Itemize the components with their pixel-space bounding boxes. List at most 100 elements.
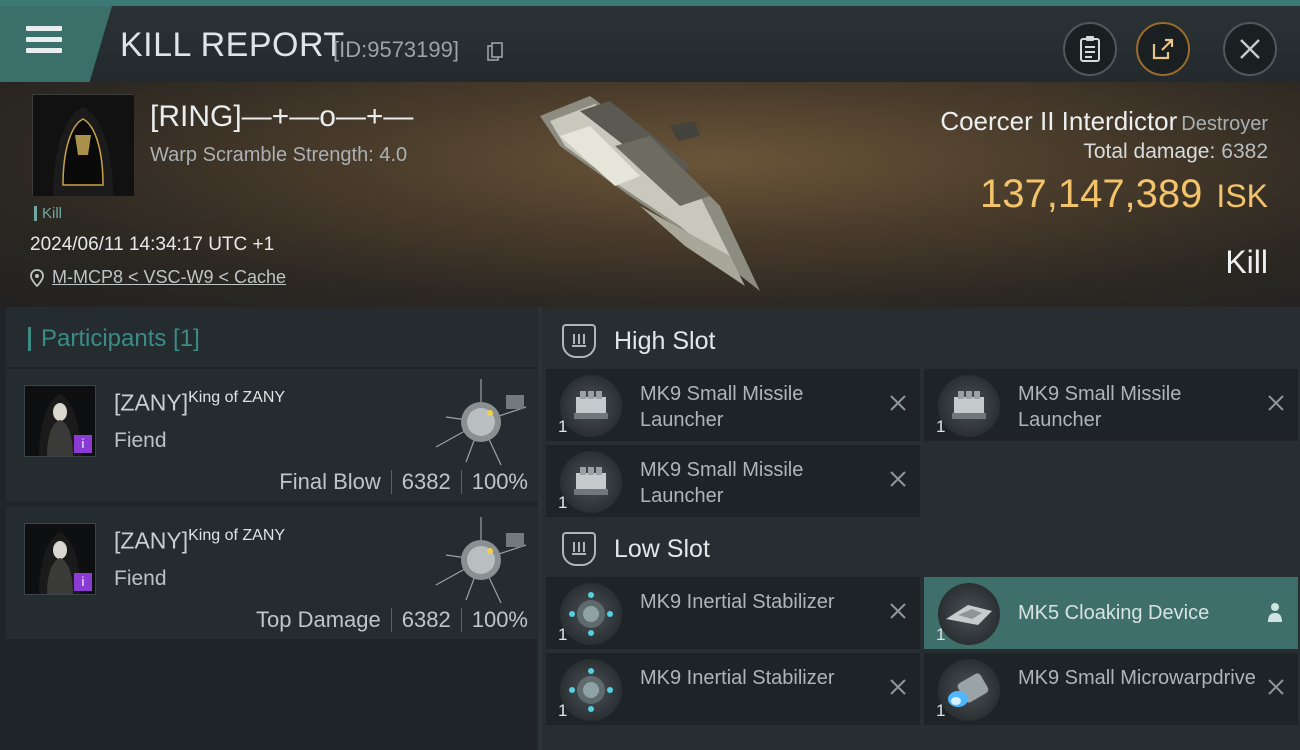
module-name: MK9 Small Missile Launcher [640, 383, 804, 431]
victim-ship[interactable]: Coercer II Interdictor Destroyer [940, 106, 1268, 137]
clipboard-button[interactable] [1063, 22, 1117, 76]
missile-launcher-icon [560, 375, 622, 437]
low-slot-label: Low Slot [614, 534, 710, 563]
participant-ship: Fiend [114, 429, 167, 452]
page-title: KILL REPORT [120, 26, 345, 64]
kill-tag: Kill [34, 206, 62, 221]
stat-divider [460, 470, 462, 494]
participant-ship: Fiend [114, 567, 167, 590]
low-slot-icon [562, 532, 596, 566]
person-icon[interactable] [1266, 601, 1284, 623]
module-item[interactable]: 1 MK9 Inertial Stabilizer [546, 577, 920, 649]
victim-avatar[interactable] [32, 94, 134, 196]
isk-amount: 137,147,389 [979, 172, 1203, 216]
top-bar: KILL REPORT [ID:9573199] [0, 0, 1300, 82]
cloaking-device-icon [938, 583, 1000, 645]
close-icon[interactable] [1266, 677, 1286, 697]
officer-badge-icon: i [74, 573, 92, 591]
warp-scramble-strength: Warp Scramble Strength: 4.0 [150, 144, 408, 166]
fiend-ship-icon [435, 517, 527, 604]
module-name: MK9 Inertial Stabilizer [640, 667, 835, 689]
high-slot-icon [562, 324, 596, 358]
fittings-panel: High Slot 1 MK9 Small Missile Launcher 1… [542, 307, 1300, 750]
close-icon[interactable] [888, 677, 908, 697]
menu-button[interactable] [0, 6, 112, 82]
stat-divider [390, 470, 392, 494]
clipboard-icon [1080, 36, 1100, 62]
participant-role: Top Damage [256, 607, 381, 632]
participant-name[interactable]: [ZANY]King of ZANY [114, 389, 285, 417]
close-icon[interactable] [888, 601, 908, 621]
inertial-stabilizer-icon [560, 659, 622, 721]
total-damage-value: 6382 [1221, 140, 1268, 163]
high-slot-label: High Slot [614, 326, 716, 355]
inertial-stabilizer-icon [560, 583, 622, 645]
participants-panel: Participants [1] i [ZANY]King of ZANY Fi… [0, 307, 542, 750]
close-icon[interactable] [888, 393, 908, 413]
module-item[interactable]: 1 MK9 Inertial Stabilizer [546, 653, 920, 725]
kill-report-id: [ID:9573199] [333, 37, 459, 62]
close-icon[interactable] [888, 469, 908, 489]
officer-badge-icon: i [74, 435, 92, 453]
ship-class: Destroyer [1181, 113, 1268, 135]
isk-value: 137,147,389 ISK [980, 172, 1268, 217]
missile-launcher-icon [938, 375, 1000, 437]
fiend-ship-icon [435, 379, 527, 466]
share-icon [1152, 38, 1174, 60]
module-qty: 1 [558, 625, 568, 644]
high-slot-header: High Slot [562, 321, 715, 361]
missile-launcher-icon [560, 451, 622, 513]
module-qty: 1 [558, 701, 568, 720]
participant-stats: Top Damage 6382 100% [256, 607, 528, 633]
participant-role: Final Blow [279, 469, 381, 494]
location-pin-icon [30, 268, 44, 287]
participant-avatar[interactable]: i [24, 385, 96, 457]
victim-header: [RING]—+—o—+— Warp Scramble Strength: 4.… [0, 82, 1300, 307]
module-name: MK9 Small Missile Launcher [1018, 383, 1182, 431]
module-name: MK9 Inertial Stabilizer [640, 591, 835, 613]
stat-divider [390, 608, 392, 632]
kill-result: Kill [1225, 244, 1268, 280]
hamburger-menu-icon[interactable] [26, 26, 62, 56]
module-name: MK9 Small Missile Launcher [640, 459, 804, 507]
participant-percent: 100% [471, 469, 528, 494]
participant-avatar[interactable]: i [24, 523, 96, 595]
close-icon[interactable] [1266, 393, 1286, 413]
isk-unit: ISK [1216, 178, 1268, 214]
copy-icon[interactable] [487, 42, 503, 62]
module-qty: 1 [936, 701, 946, 720]
participants-title: Participants [1] [28, 327, 200, 351]
participant-percent: 100% [471, 607, 528, 632]
participant-corp-tag: [ZANY] [114, 527, 189, 554]
participant-name[interactable]: [ZANY]King of ZANY [114, 527, 285, 555]
module-item[interactable]: 1 MK9 Small Missile Launcher [546, 369, 920, 441]
participant-title: King of ZANY [188, 527, 286, 544]
participant-card[interactable]: i [ZANY]King of ZANY Fiend Final Blow 63… [6, 369, 538, 501]
participant-damage: 6382 [401, 469, 451, 494]
hooded-pilot-portrait-icon [33, 95, 134, 196]
kill-datetime: 2024/06/11 14:34:17 UTC +1 [30, 234, 275, 255]
participant-title: King of ZANY [188, 389, 286, 406]
microwarpdrive-icon [938, 659, 1000, 721]
stat-divider [460, 608, 462, 632]
module-item[interactable]: 1 MK9 Small Microwarpdrive [924, 653, 1298, 725]
module-item[interactable]: 1 MK9 Small Missile Launcher [546, 445, 920, 517]
share-button[interactable] [1136, 22, 1190, 76]
ship-name: Coercer II Interdictor [940, 106, 1178, 136]
module-item-highlighted[interactable]: 1 MK5 Cloaking Device [924, 577, 1298, 649]
participant-damage: 6382 [401, 607, 451, 632]
close-button[interactable] [1223, 22, 1277, 76]
kill-location[interactable]: M-MCP8 < VSC-W9 < Cache [30, 267, 286, 288]
module-name: MK5 Cloaking Device [1018, 602, 1210, 624]
ship-render-icon[interactable] [520, 86, 780, 301]
module-qty: 1 [936, 417, 946, 436]
location-link[interactable]: M-MCP8 < VSC-W9 < Cache [52, 267, 286, 288]
participant-corp-tag: [ZANY] [114, 389, 189, 416]
close-icon [1240, 39, 1260, 59]
module-item[interactable]: 1 MK9 Small Missile Launcher [924, 369, 1298, 441]
total-damage: Total damage: 6382 [1083, 140, 1268, 164]
victim-name[interactable]: [RING]—+—o—+— [150, 100, 413, 134]
module-name: MK9 Small Microwarpdrive [1018, 667, 1256, 689]
participant-card[interactable]: i [ZANY]King of ZANY Fiend Top Damage 63… [6, 507, 538, 639]
low-slot-header: Low Slot [562, 529, 710, 569]
